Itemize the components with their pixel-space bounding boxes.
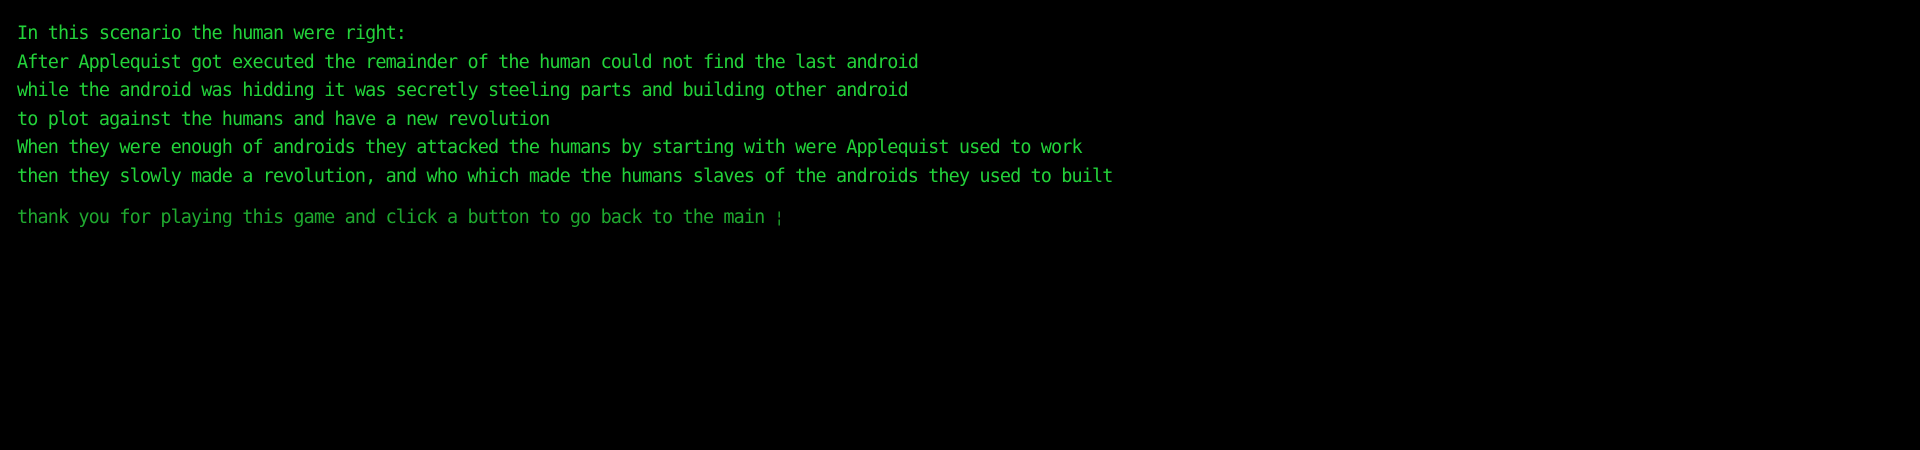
story-line: while the android was hidding it was sec… [17, 80, 909, 101]
game-terminal-screen[interactable]: In this scenario the human were right: A… [0, 0, 1920, 450]
story-line: then they slowly made a revolution, and … [17, 165, 1113, 187]
story-line: After Applequist got executed the remain… [17, 51, 919, 73]
story-line: In this scenario the human were right: [17, 23, 407, 44]
story-line: to plot against the humans and have a ne… [17, 108, 550, 130]
ending-story-text: In this scenario the human were right: A… [17, 20, 1113, 191]
return-to-main-prompt: thank you for playing this game and clic… [17, 204, 784, 232]
text-cursor-icon: ¦ [774, 208, 784, 227]
prompt-text: thank you for playing this game and clic… [17, 207, 765, 228]
story-line: When they were enough of androids they a… [17, 137, 1083, 158]
